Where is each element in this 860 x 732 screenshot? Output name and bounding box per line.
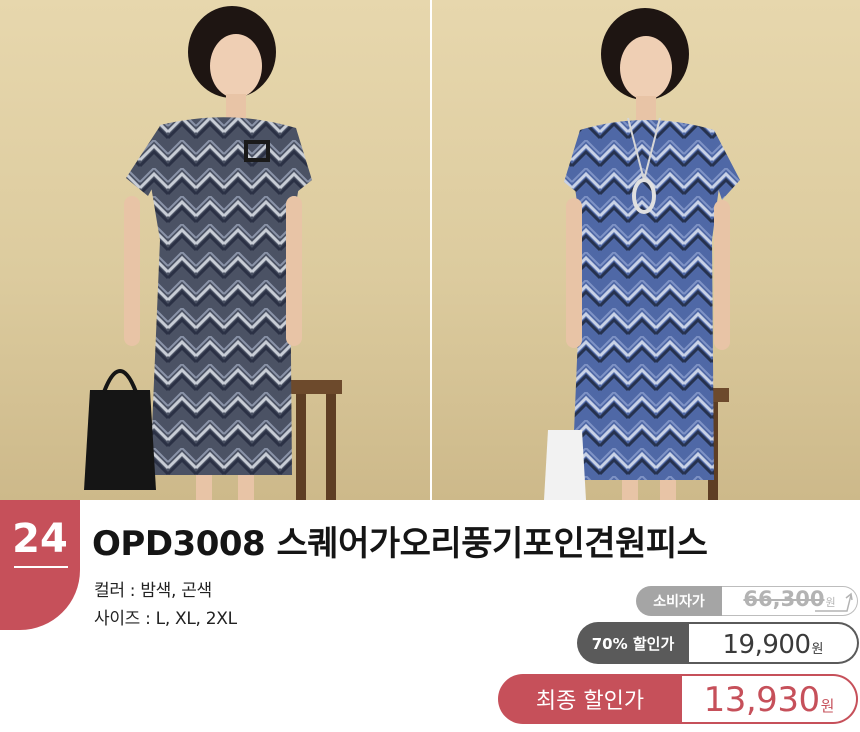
product-number: 24 <box>12 516 68 562</box>
consumer-price-box: 66,300 원 <box>722 586 858 616</box>
discount-price-amount: 19,900 <box>722 630 811 660</box>
consumer-price-row: 소비자가 66,300 원 <box>636 584 858 618</box>
consumer-price-label: 소비자가 <box>636 586 722 616</box>
final-price-currency: 원 <box>820 697 835 715</box>
badge-underline <box>14 566 68 568</box>
discount-price-row: 70% 할인가 19,900 원 <box>577 621 859 665</box>
product-color-options: 컬러 : 밤색, 곤색 <box>94 581 212 601</box>
strike-arrow-icon <box>815 592 853 612</box>
product-title: OPD3008 스퀘어가오리풍기포인견원피스 <box>92 524 708 564</box>
product-photos <box>0 0 860 500</box>
model-photo-right <box>430 0 860 500</box>
discount-price-label: 70% 할인가 <box>577 622 689 664</box>
final-price-label: 최종 할인가 <box>498 674 682 724</box>
discount-price-currency: 원 <box>811 642 824 657</box>
model-photo-left <box>0 0 430 500</box>
final-price-amount: 13,930 <box>703 680 820 720</box>
final-price-box: 13,930 원 <box>682 674 858 724</box>
final-price-row: 최종 할인가 13,930 원 <box>498 673 858 725</box>
product-size-options: 사이즈 : L, XL, 2XL <box>94 609 237 629</box>
discount-price-box: 19,900 원 <box>689 622 859 664</box>
product-number-badge: 24 <box>0 500 80 630</box>
